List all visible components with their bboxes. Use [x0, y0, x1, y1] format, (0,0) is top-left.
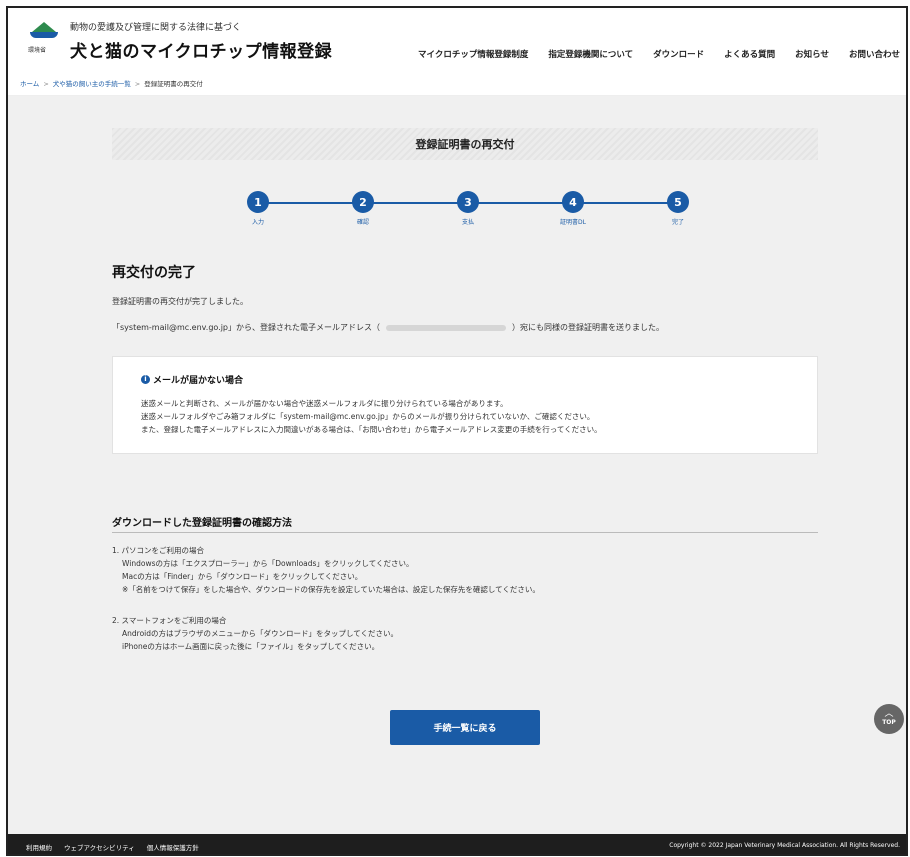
step-label: 証明書DL — [560, 219, 586, 226]
ministry-logo[interactable]: 環境省 — [26, 18, 62, 58]
mail-message-prefix: 「system-mail@mc.env.go.jp」から、登録された電子メールア… — [112, 323, 381, 332]
logo-mark-bottom — [30, 32, 58, 38]
notice-line: 迷惑メールと判断され、メールが届かない場合や迷惑メールフォルダに振り分けられてい… — [141, 399, 508, 408]
scroll-to-top-button[interactable]: ︿ TOP — [874, 704, 904, 734]
step-number: 3 — [457, 191, 479, 213]
step-number: 4 — [562, 191, 584, 213]
step-4: 4 証明書DL — [553, 186, 593, 226]
mail-message-suffix: ）宛にも同様の登録証明書を送りました。 — [512, 323, 665, 332]
completion-message: 登録証明書の再交付が完了しました。 — [112, 297, 248, 306]
breadcrumb-home[interactable]: ホーム — [20, 80, 39, 88]
back-to-procedures-button[interactable]: 手続一覧に戻る — [390, 710, 540, 745]
heading-divider — [112, 532, 818, 533]
pc-line: ※「名前をつけて保存」をした場合や、ダウンロードの保存先を設定していた場合は、設… — [122, 585, 540, 594]
breadcrumb-separator: > — [43, 80, 49, 88]
global-nav: マイクロチップ情報登録制度 指定登録機関について ダウンロード よくある質問 お… — [398, 48, 900, 60]
main-content: 登録証明書の再交付 1 入力 2 確認 3 支払 4 証明書DL 5 完了 再交… — [8, 96, 906, 834]
top-label: TOP — [882, 719, 896, 726]
howto-heading: ダウンロードした登録証明書の確認方法 — [112, 518, 292, 529]
nav-microchip-system[interactable]: マイクロチップ情報登録制度 — [418, 48, 528, 60]
pc-line: Macの方は「Finder」から「ダウンロード」をクリックしてください。 — [122, 572, 363, 581]
footer-link-terms[interactable]: 利用規約 — [26, 842, 52, 852]
page-title-banner: 登録証明書の再交付 — [112, 128, 818, 160]
mail-notice-box: i メールが届かない場合 迷惑メールと判断され、メールが届かない場合や迷惑メール… — [112, 356, 818, 454]
step-label: 確認 — [356, 219, 369, 226]
progress-stepper: 1 入力 2 確認 3 支払 4 証明書DL 5 完了 — [238, 186, 698, 230]
pc-line: Windowsの方は「エクスプローラー」から「Downloads」をクリックして… — [122, 559, 414, 568]
site-subtitle: 動物の愛護及び管理に関する法律に基づく — [70, 23, 242, 33]
breadcrumb-bar: ホーム > 犬や猫の飼い主の手続一覧 > 登録証明書の再交付 — [8, 72, 906, 96]
smartphone-title: 2. スマートフォンをご利用の場合 — [112, 616, 227, 625]
nav-registry-org[interactable]: 指定登録機関について — [548, 48, 633, 60]
smartphone-line: iPhoneの方はホーム画面に戻った後に「ファイル」をタップしてください。 — [122, 642, 380, 651]
breadcrumb-current: 登録証明書の再交付 — [144, 80, 203, 88]
breadcrumb: ホーム > 犬や猫の飼い主の手続一覧 > 登録証明書の再交付 — [20, 78, 203, 88]
footer-links: 利用規約 ウェブアクセシビリティ 個人情報保護方針 — [26, 842, 211, 852]
step-1: 1 入力 — [238, 186, 278, 226]
site-header: 環境省 動物の愛護及び管理に関する法律に基づく 犬と猫のマイクロチップ情報登録 … — [8, 8, 906, 72]
notice-body: 迷惑メールと判断され、メールが届かない場合や迷惑メールフォルダに振り分けられてい… — [141, 397, 602, 436]
notice-line: 迷惑メールフォルダやごみ箱フォルダに「system-mail@mc.env.go… — [141, 412, 595, 421]
nav-faq[interactable]: よくある質問 — [724, 48, 775, 60]
step-number: 1 — [247, 191, 269, 213]
step-label: 完了 — [671, 219, 684, 226]
step-3: 3 支払 — [448, 186, 488, 226]
step-label: 支払 — [461, 219, 474, 226]
step-number: 5 — [667, 191, 689, 213]
completion-heading: 再交付の完了 — [112, 265, 196, 281]
copyright: Copyright © 2022 Japan Veterinary Medica… — [669, 842, 900, 849]
step-2: 2 確認 — [343, 186, 383, 226]
chevron-up-icon: ︿ — [884, 709, 894, 719]
howto-list: 1. パソコンをご利用の場合 Windowsの方は「エクスプローラー」から「Do… — [112, 544, 540, 653]
logo-mark-top — [32, 22, 56, 32]
notice-line: また、登録した電子メールアドレスに入力間違いがある場合は、「お問い合わせ」から電… — [141, 425, 602, 434]
breadcrumb-parent[interactable]: 犬や猫の飼い主の手続一覧 — [53, 80, 131, 88]
pc-title: 1. パソコンをご利用の場合 — [112, 546, 205, 555]
site-title[interactable]: 犬と猫のマイクロチップ情報登録 — [70, 37, 332, 62]
nav-contact[interactable]: お問い合わせ — [849, 48, 900, 60]
step-number: 2 — [352, 191, 374, 213]
notice-title-text: メールが届かない場合 — [153, 376, 244, 386]
redacted-email — [386, 324, 507, 331]
browser-frame: 環境省 動物の愛護及び管理に関する法律に基づく 犬と猫のマイクロチップ情報登録 … — [6, 6, 908, 856]
mail-sent-message: 「system-mail@mc.env.go.jp」から、登録された電子メールア… — [112, 322, 664, 333]
ministry-label: 環境省 — [28, 47, 47, 54]
page-title: 登録証明書の再交付 — [415, 138, 515, 151]
info-icon: i — [141, 375, 150, 384]
breadcrumb-separator: > — [134, 80, 141, 88]
notice-title: i メールが届かない場合 — [141, 373, 243, 386]
nav-download[interactable]: ダウンロード — [653, 48, 704, 60]
smartphone-line: Androidの方はブラウザのメニューから「ダウンロード」をタップしてください。 — [122, 629, 399, 638]
step-5: 5 完了 — [658, 186, 698, 226]
nav-news[interactable]: お知らせ — [795, 48, 829, 60]
footer-link-privacy[interactable]: 個人情報保護方針 — [147, 842, 199, 852]
footer-link-accessibility[interactable]: ウェブアクセシビリティ — [64, 842, 135, 852]
step-label: 入力 — [251, 219, 264, 226]
site-footer: 利用規約 ウェブアクセシビリティ 個人情報保護方針 Copyright © 20… — [8, 834, 906, 854]
